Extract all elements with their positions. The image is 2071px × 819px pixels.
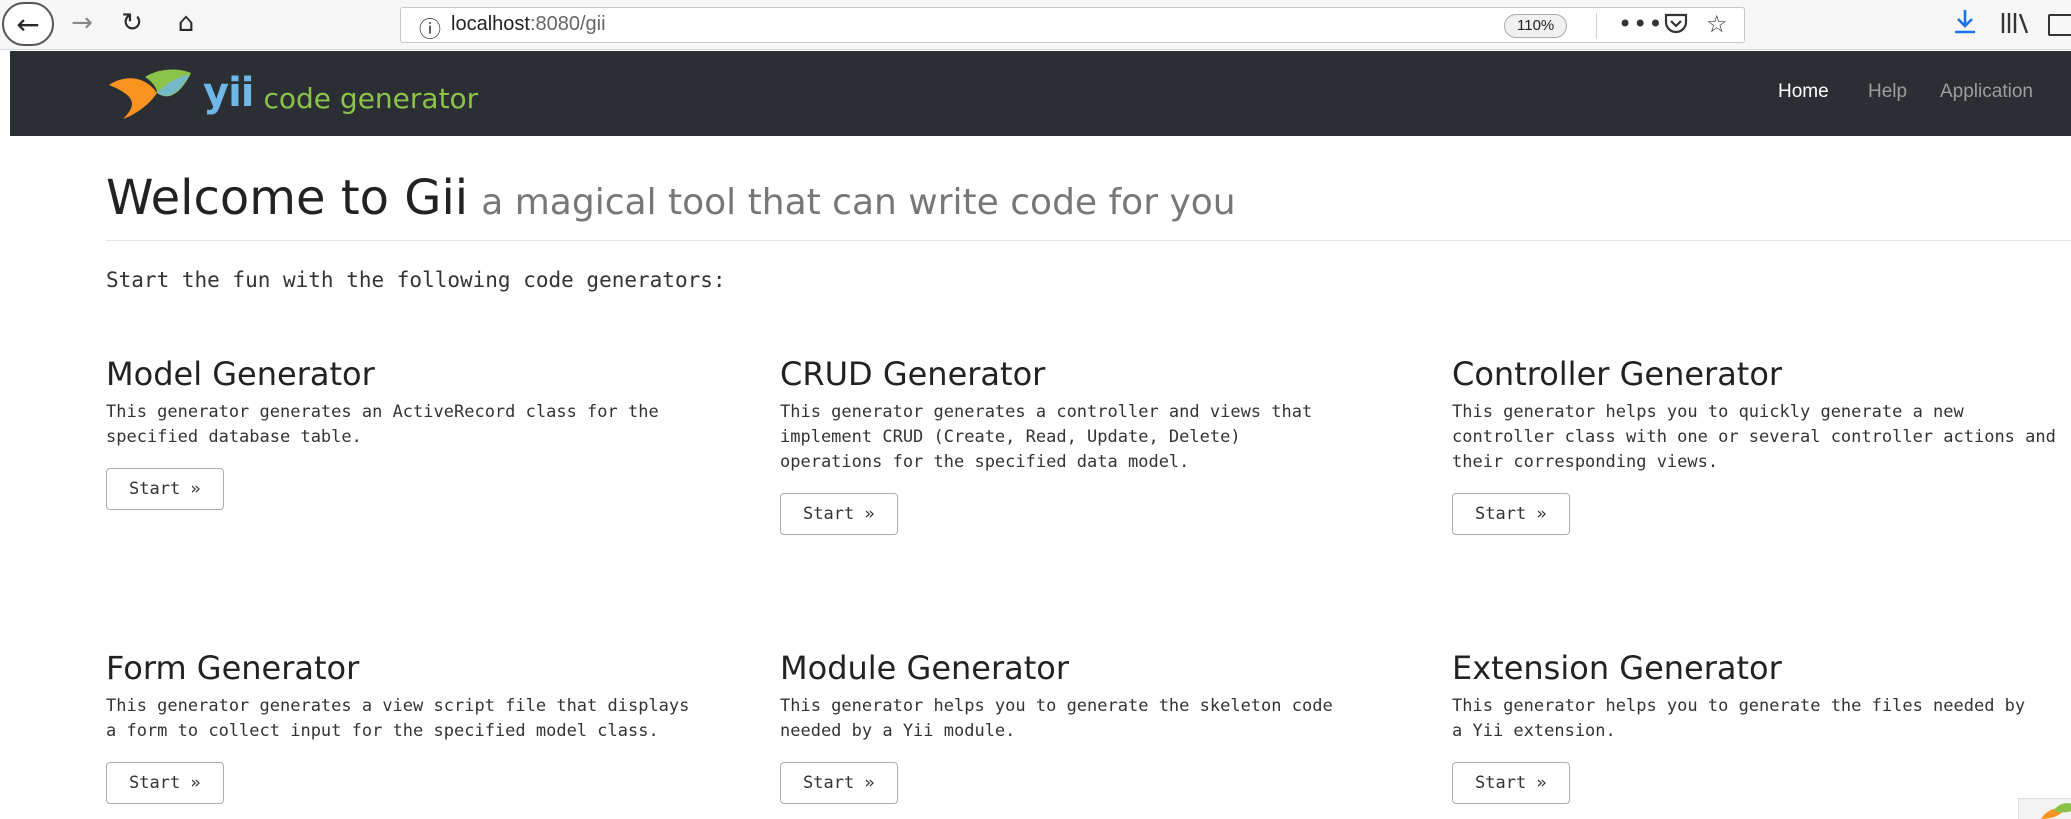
- bookmark-star-icon[interactable]: ☆: [1706, 10, 1728, 38]
- nav-help-link[interactable]: Help: [1868, 81, 1907, 103]
- reload-icon[interactable]: ↻: [112, 6, 152, 40]
- sidebar-icon[interactable]: [2048, 14, 2071, 36]
- library-icon[interactable]: [2000, 10, 2030, 42]
- start-model-generator-button[interactable]: Start »: [106, 468, 224, 510]
- generator-description: This generator helps you to quickly gene…: [1452, 402, 2056, 472]
- page-title-subtitle: a magical tool that can write code for y…: [481, 182, 1236, 223]
- start-crud-generator-button[interactable]: Start »: [780, 493, 898, 535]
- generator-title: Controller Generator: [1452, 355, 1783, 393]
- nav-home-link[interactable]: Home: [1778, 81, 1829, 103]
- brand-yii-text: yii: [203, 70, 254, 116]
- generator-card-crud: CRUD Generator This generator generates …: [780, 354, 1410, 535]
- start-extension-generator-button[interactable]: Start »: [1452, 762, 1570, 804]
- title-divider: [106, 240, 2071, 241]
- pocket-icon[interactable]: [1663, 10, 1689, 42]
- back-arrow-icon[interactable]: ←: [2, 2, 54, 46]
- generator-card-controller: Controller Generator This generator help…: [1452, 354, 2071, 535]
- url-text[interactable]: localhost:8080/gii: [451, 13, 606, 36]
- home-icon[interactable]: ⌂: [166, 6, 206, 40]
- generator-title: Form Generator: [106, 649, 360, 687]
- url-host: localhost: [451, 13, 530, 35]
- generator-title: Extension Generator: [1452, 649, 1782, 687]
- brand-subtitle: code generator: [263, 82, 479, 115]
- generator-description: This generator generates a controller an…: [780, 402, 1313, 472]
- url-bar[interactable]: ⓘ localhost:8080/gii 110% ••• ☆: [400, 7, 1745, 43]
- zoom-level-button[interactable]: 110%: [1504, 14, 1568, 38]
- top-navbar: yii code generator Home Help Application: [10, 51, 2071, 136]
- generator-description: This generator helps you to generate the…: [1452, 696, 2026, 741]
- yii-logo-icon: [105, 63, 195, 123]
- forward-arrow-icon[interactable]: →: [62, 6, 102, 40]
- generator-card-model: Model Generator This generator generates…: [106, 354, 736, 510]
- generator-title: Module Generator: [780, 649, 1070, 687]
- generator-card-extension: Extension Generator This generator helps…: [1452, 648, 2071, 804]
- generator-description: This generator generates a view script f…: [106, 696, 690, 741]
- generator-description: This generator helps you to generate the…: [780, 696, 1333, 741]
- url-path: :8080/gii: [529, 13, 606, 35]
- start-module-generator-button[interactable]: Start »: [780, 762, 898, 804]
- url-bar-divider: [1596, 13, 1597, 39]
- browser-toolbar: ← → ↻ ⌂ ⓘ localhost:8080/gii 110% ••• ☆: [0, 0, 2071, 50]
- generator-card-form: Form Generator This generator generates …: [106, 648, 736, 804]
- intro-text: Start the fun with the following code ge…: [106, 268, 726, 292]
- debug-toolbar-toggle[interactable]: [2018, 798, 2071, 819]
- nav-application-link[interactable]: Application: [1940, 81, 2033, 103]
- page-title-main: Welcome to Gii: [106, 170, 469, 226]
- start-controller-generator-button[interactable]: Start »: [1452, 493, 1570, 535]
- page-title: Welcome to Gii a magical tool that can w…: [106, 170, 1236, 226]
- brand-link[interactable]: yii code generator: [105, 63, 478, 123]
- generator-title: CRUD Generator: [780, 355, 1046, 393]
- generator-card-module: Module Generator This generator helps yo…: [780, 648, 1410, 804]
- generator-description: This generator generates an ActiveRecord…: [106, 402, 659, 447]
- info-icon[interactable]: ⓘ: [419, 12, 441, 44]
- more-icon[interactable]: •••: [1618, 10, 1663, 38]
- download-icon[interactable]: [1953, 8, 1977, 43]
- start-form-generator-button[interactable]: Start »: [106, 762, 224, 804]
- generator-title: Model Generator: [106, 355, 375, 393]
